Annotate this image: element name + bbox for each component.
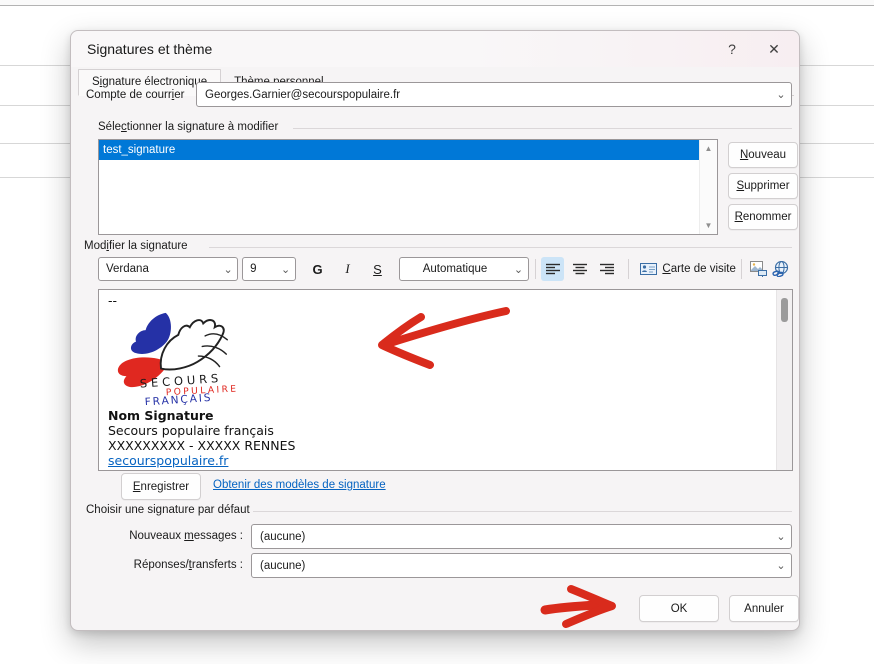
list-item[interactable]: test_signature xyxy=(99,140,717,160)
list-scrollbar[interactable]: ▲ ▼ xyxy=(699,140,717,234)
close-icon[interactable]: ✕ xyxy=(757,35,791,63)
edit-signature-legend: Modifier la signature xyxy=(84,240,188,252)
font-size-combobox[interactable]: 9 ⌄ xyxy=(242,257,296,281)
account-value: Georges.Garnier@secourspopulaire.fr xyxy=(197,89,771,101)
delete-button[interactable]: Supprimer xyxy=(728,173,798,199)
help-icon[interactable]: ? xyxy=(715,35,749,63)
signatures-dialog: Signatures et thème ? ✕ Signature électr… xyxy=(70,30,800,631)
new-messages-combobox[interactable]: (aucune) ⌄ xyxy=(251,524,792,549)
business-card-label: Carte de visite xyxy=(662,263,736,275)
chevron-down-icon[interactable]: ⌄ xyxy=(771,90,791,100)
insert-image-icon[interactable] xyxy=(748,257,770,281)
signature-editor[interactable]: -- SECOURS POPULAIRE FRANÇAIS Nom Signat… xyxy=(98,289,793,471)
signature-listbox[interactable]: test_signature ▲ ▼ xyxy=(98,139,718,235)
scroll-up-icon[interactable]: ▲ xyxy=(700,144,717,153)
background-window-edge xyxy=(0,0,874,6)
toolbar-separator xyxy=(535,259,536,279)
dialog-titlebar: Signatures et thème ? ✕ xyxy=(71,31,799,67)
business-card-icon xyxy=(640,263,657,275)
rename-button[interactable]: Renommer xyxy=(728,204,798,230)
account-label: Compte de courrier xyxy=(86,83,184,107)
account-combobox[interactable]: Georges.Garnier@secourspopulaire.fr ⌄ xyxy=(196,82,792,107)
chevron-down-icon[interactable]: ⌄ xyxy=(510,263,528,276)
chevron-down-icon[interactable]: ⌄ xyxy=(771,561,791,571)
select-signature-legend: Sélectionner la signature à modifier xyxy=(98,121,278,133)
group-divider xyxy=(293,128,792,129)
editor-scrollbar[interactable] xyxy=(776,290,792,470)
font-size-value: 9 xyxy=(243,263,277,275)
save-button[interactable]: Enregistrer xyxy=(121,473,201,500)
logo-word-francais: FRANÇAIS xyxy=(144,392,212,405)
font-family-value: Verdana xyxy=(99,263,219,275)
align-left-icon[interactable] xyxy=(541,257,564,281)
chevron-down-icon[interactable]: ⌄ xyxy=(771,532,791,542)
signature-name: Nom Signature xyxy=(108,408,776,423)
secours-populaire-logo: SECOURS POPULAIRE FRANÇAIS xyxy=(110,309,260,405)
signature-divider: -- xyxy=(108,293,776,308)
group-divider xyxy=(209,247,792,248)
replies-forwards-combobox[interactable]: (aucune) ⌄ xyxy=(251,553,792,578)
editor-scrollbar-thumb[interactable] xyxy=(781,298,788,322)
chevron-down-icon[interactable]: ⌄ xyxy=(219,263,237,276)
replies-forwards-value: (aucune) xyxy=(252,560,771,572)
toolbar-separator xyxy=(628,259,629,279)
font-color-value: Automatique xyxy=(400,263,509,275)
signature-address: XXXXXXXXX - XXXXX RENNES xyxy=(108,438,776,453)
replies-forwards-label: Réponses/transferts : xyxy=(71,553,243,578)
business-card-button[interactable]: Carte de visite xyxy=(635,257,741,281)
underline-button[interactable]: S xyxy=(366,257,390,281)
hyperlink-icon[interactable] xyxy=(770,257,792,281)
font-family-combobox[interactable]: Verdana ⌄ xyxy=(98,257,238,281)
align-right-icon[interactable] xyxy=(595,257,618,281)
new-messages-label: Nouveaux messages : xyxy=(71,524,243,549)
signature-templates-link[interactable]: Obtenir des modèles de signature xyxy=(213,479,386,491)
new-button[interactable]: Nouveau xyxy=(728,142,798,168)
align-center-icon[interactable] xyxy=(568,257,591,281)
font-color-combobox[interactable]: Automatique ⌄ xyxy=(399,257,528,281)
italic-button[interactable]: I xyxy=(336,257,360,281)
dialog-title: Signatures et thème xyxy=(71,41,715,57)
new-messages-value: (aucune) xyxy=(252,531,771,543)
format-toolbar: Verdana ⌄ 9 ⌄ G I S Automatique ⌄ xyxy=(98,256,792,282)
signature-org: Secours populaire français xyxy=(108,423,776,438)
group-divider xyxy=(253,511,792,512)
signature-preview: -- SECOURS POPULAIRE FRANÇAIS Nom Signat… xyxy=(99,290,776,470)
bold-button[interactable]: G xyxy=(306,257,330,281)
default-signature-legend: Choisir une signature par défaut xyxy=(86,504,250,516)
toolbar-separator xyxy=(741,259,742,279)
scroll-down-icon[interactable]: ▼ xyxy=(700,221,717,230)
cancel-button[interactable]: Annuler xyxy=(729,595,799,622)
screen: Signatures et thème ? ✕ Signature électr… xyxy=(0,0,874,664)
chevron-down-icon[interactable]: ⌄ xyxy=(277,263,295,276)
ok-button[interactable]: OK xyxy=(639,595,719,622)
signature-website-link[interactable]: secourspopulaire.fr xyxy=(108,453,228,468)
